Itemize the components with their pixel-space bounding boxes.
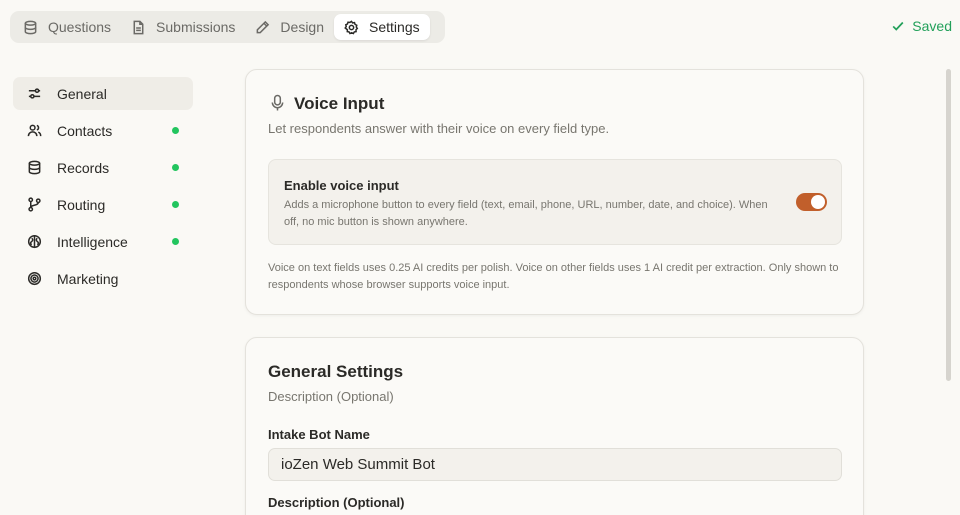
tab-label: Submissions — [156, 19, 236, 35]
database-icon — [24, 20, 37, 34]
voice-input-subtitle: Let respondents answer with their voice … — [268, 121, 610, 136]
sidebar-item-label: Records — [57, 159, 110, 176]
sidebar-item-label: Contacts — [57, 122, 113, 139]
sidebar-item-marketing[interactable]: Marketing — [13, 262, 193, 295]
sidebar-item-label: Routing — [57, 196, 106, 213]
target-icon — [27, 271, 42, 286]
tab-submissions[interactable]: Submissions — [121, 14, 245, 40]
saved-status: Saved — [891, 18, 952, 34]
general-settings-card: General Settings Description (Optional) … — [245, 337, 864, 515]
voice-input-title: Voice Input — [294, 94, 385, 113]
tab-label: Design — [280, 19, 325, 35]
tab-questions[interactable]: Questions — [13, 14, 121, 40]
git-branch-icon — [28, 197, 41, 212]
sidebar-item-label: General — [57, 85, 107, 102]
database-icon — [28, 160, 41, 175]
general-settings-subtitle: Description (Optional) — [268, 389, 394, 404]
saved-label: Saved — [912, 18, 952, 34]
bot-name-label: Intake Bot Name — [268, 427, 370, 442]
tab-label: Settings — [369, 19, 420, 35]
gear-icon — [344, 19, 359, 34]
sidebar-item-label: Intelligence — [57, 233, 128, 250]
status-dot — [172, 164, 179, 171]
bot-name-input[interactable] — [268, 448, 842, 481]
check-icon — [892, 21, 904, 31]
general-settings-title: General Settings — [268, 362, 404, 381]
enable-voice-label: Enable voice input — [284, 178, 399, 193]
sidebar-item-label: Marketing — [57, 270, 119, 287]
tab-label: Questions — [48, 19, 112, 35]
voice-credits-note: Voice on text fields uses 0.25 AI credit… — [268, 262, 839, 291]
description-label: Description (Optional) — [268, 495, 405, 510]
file-icon — [133, 20, 144, 34]
page-scrollbar[interactable] — [946, 69, 951, 381]
sliders-icon — [28, 88, 41, 99]
tab-settings[interactable]: Settings — [334, 14, 430, 40]
sidebar-item-general[interactable]: General — [13, 77, 193, 110]
enable-voice-row: Enable voice input Adds a microphone but… — [268, 159, 842, 245]
enable-voice-toggle[interactable] — [796, 193, 827, 211]
toggle-knob — [811, 195, 825, 209]
status-dot — [172, 127, 179, 134]
sidebar-item-contacts[interactable]: Contacts — [13, 114, 193, 147]
voice-input-card: Voice Input Let respondents answer with … — [245, 69, 864, 315]
status-dot — [172, 238, 179, 245]
status-dot — [172, 201, 179, 208]
sidebar-item-records[interactable]: Records — [13, 151, 193, 184]
microphone-icon — [271, 94, 284, 111]
sidebar-item-intelligence[interactable]: Intelligence — [13, 225, 193, 258]
top-tab-bar: Questions Submissions Design Settings — [10, 11, 445, 43]
enable-voice-description: Adds a microphone button to every field … — [284, 199, 768, 228]
settings-sidebar: General Contacts Records Routing Intelli… — [13, 77, 193, 299]
users-icon — [27, 124, 42, 137]
brain-icon — [27, 234, 42, 249]
tab-design[interactable]: Design — [245, 14, 334, 40]
sidebar-item-routing[interactable]: Routing — [13, 188, 193, 221]
pen-icon — [257, 20, 270, 33]
